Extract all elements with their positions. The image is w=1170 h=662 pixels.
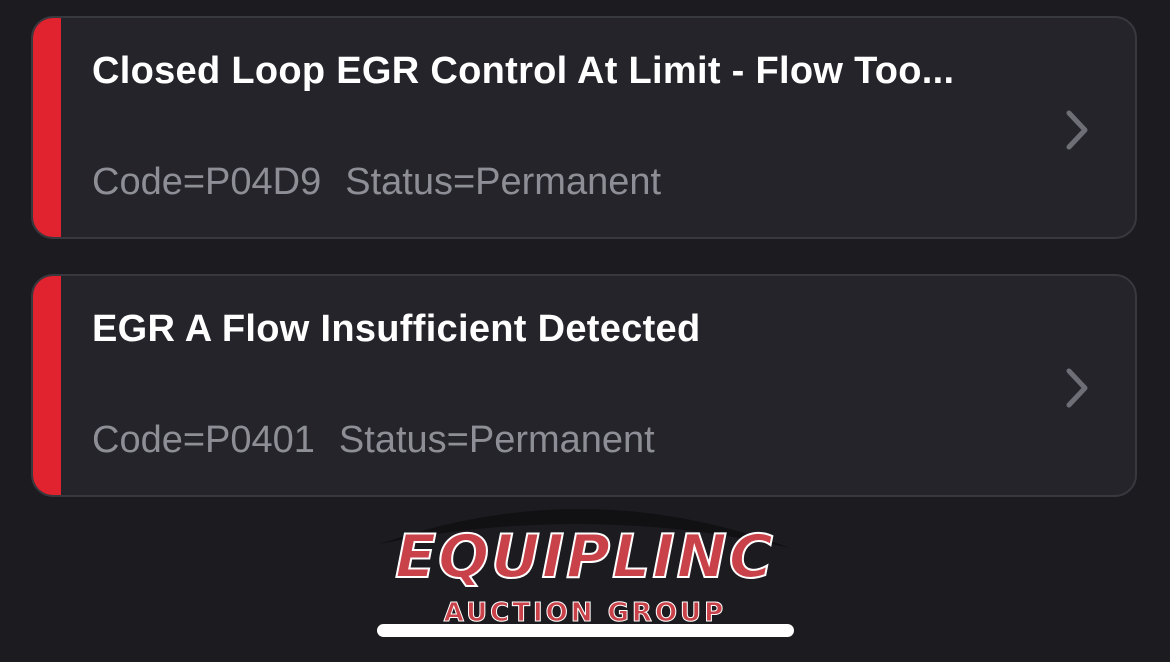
- chevron-right-icon: [1066, 110, 1088, 150]
- equiplinc-watermark-logo: EQUIPLINC AUCTION GROUP: [378, 492, 792, 642]
- home-indicator[interactable]: [377, 624, 794, 637]
- fault-code: Code=P04D9: [92, 161, 322, 203]
- chevron-right-icon: [1066, 368, 1088, 408]
- fault-title: Closed Loop EGR Control At Limit - Flow …: [92, 50, 955, 92]
- fault-meta: Code=P04D9 Status=Permanent: [92, 161, 661, 204]
- fault-status: Status=Permanent: [345, 161, 662, 203]
- fault-meta: Code=P0401 Status=Permanent: [92, 419, 655, 462]
- fault-title: EGR A Flow Insufficient Detected: [92, 308, 701, 350]
- fault-code-card[interactable]: Closed Loop EGR Control At Limit - Flow …: [31, 16, 1137, 239]
- watermark-brand: EQUIPLINC: [394, 521, 775, 593]
- severity-indicator: [33, 276, 61, 495]
- fault-status: Status=Permanent: [338, 419, 655, 461]
- fault-code: Code=P0401: [92, 419, 315, 461]
- severity-indicator: [33, 18, 61, 237]
- fault-code-card[interactable]: EGR A Flow Insufficient Detected Code=P0…: [31, 274, 1137, 497]
